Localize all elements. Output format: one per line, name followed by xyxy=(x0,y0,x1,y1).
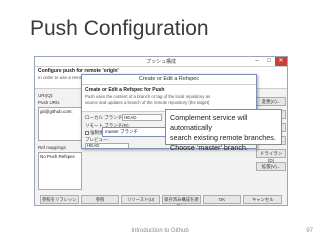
outer-dialog-title: プッシュ構成 xyxy=(145,59,176,65)
apply-saved-button[interactable]: 保存済み構成を適用(R) xyxy=(162,195,201,205)
maximize-icon[interactable]: □ xyxy=(263,57,275,66)
callout-line-1: Complement service will automatically xyxy=(170,113,248,132)
outer-titlebar: プッシュ構成 – □ ✕ xyxy=(35,57,287,67)
inner-dialog-title: Create or Edit a Refspec xyxy=(138,76,200,82)
preview-value: HEAD xyxy=(87,143,100,148)
push-uri-item[interactable]: git@github.com: xyxy=(40,109,73,114)
change-button[interactable]: 変更(C)... xyxy=(256,97,286,106)
reset-button[interactable]: リソースト(U) xyxy=(121,195,161,204)
page-number: 97 xyxy=(306,228,313,234)
ref-mappings-label: Ref mappings xyxy=(38,145,66,150)
ref-mappings-list[interactable]: No Push Refspec xyxy=(38,152,82,190)
minimize-icon[interactable]: – xyxy=(251,57,263,66)
ok-button[interactable]: OK xyxy=(202,195,242,204)
uri-label: URI(Q): xyxy=(38,93,54,98)
remote-branch-suggestion[interactable]: master ブランチ xyxy=(102,127,166,137)
local-branch-value: HEAD xyxy=(124,115,137,120)
close-icon[interactable]: ✕ xyxy=(275,57,287,66)
push-uris-list[interactable]: git@github.com: xyxy=(38,107,82,141)
annotation-callout: Complement service will automatically se… xyxy=(165,109,282,152)
ref-mapping-item[interactable]: No Push Refspec xyxy=(40,154,75,159)
inner-titlebar: Create or Edit a Refspec xyxy=(82,75,256,85)
refs-button[interactable]: 参照 xyxy=(80,195,120,204)
callout-line-3: Choose ‘master’ branch. xyxy=(170,143,248,152)
advanced-button[interactable]: 拡張(V)... xyxy=(256,162,286,171)
suggestion-master-branch[interactable]: master ブランチ xyxy=(105,129,138,134)
callout-line-2: search existing remote branches. xyxy=(170,133,276,142)
bottom-buttons: 参照をリフレッシュ 参照 リソースト(U) 保存済み構成を適用(R) OK キャ… xyxy=(39,195,283,205)
push-uris-label: Push URIs xyxy=(38,100,60,105)
cancel-button[interactable]: キャンセル xyxy=(243,195,283,204)
preview-box: HEAD xyxy=(85,143,129,148)
inner-header-title: Create or Edit a Refspec for Push xyxy=(85,87,165,93)
local-branch-input[interactable]: HEAD xyxy=(122,114,162,121)
slide-title: Push Configuration xyxy=(30,17,209,40)
inner-dialog-header: Create or Edit a Refspec for Push Push u… xyxy=(82,85,256,112)
slide-footer: Introduction to Github xyxy=(131,228,189,234)
refresh-refs-button[interactable]: 参照をリフレッシュ xyxy=(40,195,79,205)
inner-header-line2: source and updates a branch of the remot… xyxy=(85,99,210,105)
checkbox-icon[interactable] xyxy=(85,130,89,135)
